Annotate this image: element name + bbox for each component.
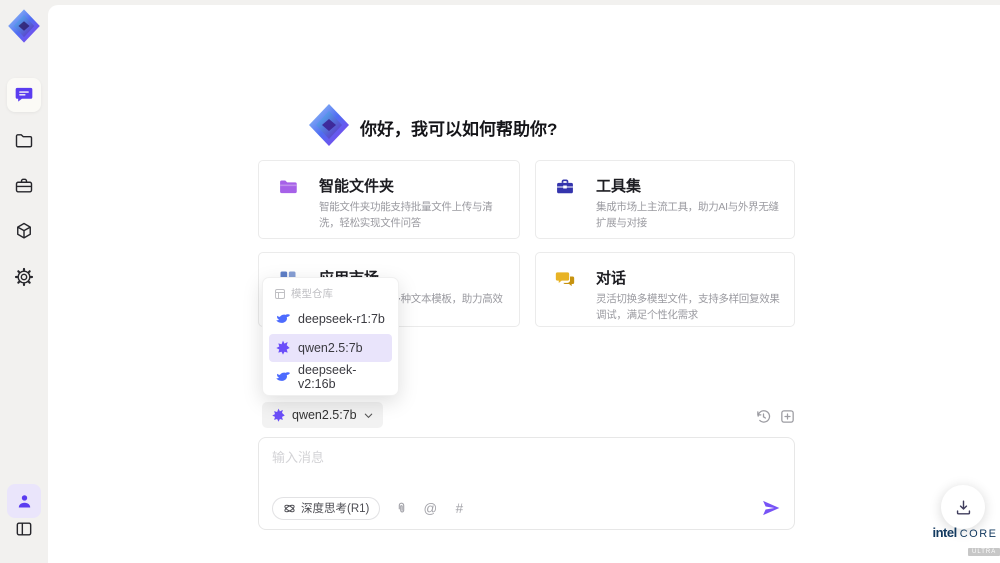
page-title: 你好，我可以如何帮助你? (360, 120, 558, 139)
model-dropdown: 模型仓库 deepseek-r1:7b qwen2.5:7b deepseek-… (262, 277, 399, 396)
qwen-icon (275, 340, 291, 356)
briefcase-icon (14, 176, 34, 196)
download-button[interactable] (941, 485, 985, 529)
deep-think-toggle[interactable]: 深度思考(R1) (272, 496, 381, 520)
core-wordmark: CORE (959, 528, 998, 540)
composer-toolbar: 深度思考(R1) @ # (272, 496, 781, 520)
message-input[interactable] (272, 447, 780, 489)
dialog-icon (555, 269, 575, 289)
new-chat-icon[interactable] (779, 408, 796, 425)
ultra-badge: ULTRA (968, 548, 1000, 556)
card-description: 灵活切换多模型文件，支持多样回复效果调试，满足个性化需求 (596, 293, 780, 321)
toolset-icon (555, 177, 575, 197)
sidebar-item-settings[interactable] (7, 260, 41, 294)
smart-folder-icon (278, 177, 298, 197)
card-description: 集成市场上主流工具，助力AI与外界无缝扩展与对接 (596, 201, 779, 229)
intel-wordmark: intel (932, 525, 957, 540)
model-option-deepseek-v2[interactable]: deepseek-v2:16b (269, 363, 392, 391)
greeting-logo-icon (305, 101, 353, 149)
user-icon (15, 492, 34, 511)
main-panel: 你好，我可以如何帮助你? 智能文件夹 智能文件夹功能支持批量文件上传与清洗，轻松… (48, 5, 1000, 563)
repository-icon (274, 288, 286, 300)
card-description: 智能文件夹功能支持批量文件上传与清洗，轻松实现文件问答 (319, 201, 493, 229)
intel-core-logo: intel CORE ULTRA (930, 525, 1000, 558)
panel-layout-icon (14, 519, 34, 539)
atom-icon (283, 502, 296, 515)
card-dialog[interactable]: 对话 灵活切换多模型文件，支持多样回复效果调试，满足个性化需求 (535, 252, 795, 327)
card-smart-folder[interactable]: 智能文件夹 智能文件夹功能支持批量文件上传与清洗，轻松实现文件问答 (258, 160, 520, 239)
chevron-down-icon (363, 410, 374, 421)
deep-think-label: 深度思考(R1) (301, 503, 370, 515)
model-dropdown-header: 模型仓库 (263, 283, 398, 304)
gear-icon (14, 267, 34, 287)
download-icon (954, 498, 973, 517)
card-title: 工具集 (596, 178, 642, 195)
qwen-icon (271, 408, 286, 423)
knowledge-tag-icon[interactable]: # (451, 500, 467, 516)
deepseek-icon (275, 311, 291, 327)
send-icon[interactable] (761, 498, 781, 518)
sidebar-item-toolbox[interactable] (7, 169, 41, 203)
history-icon[interactable] (755, 408, 772, 425)
sidebar-item-files[interactable] (7, 124, 41, 158)
card-title: 对话 (596, 270, 627, 287)
card-toolset[interactable]: 工具集 集成市场上主流工具，助力AI与外界无缝扩展与对接 (535, 160, 795, 239)
deepseek-icon (275, 369, 291, 385)
folder-icon (14, 131, 34, 151)
app-logo-icon (5, 7, 43, 45)
model-selector-label: qwen2.5:7b (292, 408, 357, 422)
sidebar (0, 0, 48, 563)
cube-icon (14, 221, 34, 241)
sidebar-item-collapse[interactable] (7, 512, 41, 546)
composer: 深度思考(R1) @ # (258, 437, 795, 530)
sidebar-item-models[interactable] (7, 214, 41, 248)
model-option-deepseek-r1[interactable]: deepseek-r1:7b (269, 305, 392, 333)
model-option-qwen[interactable]: qwen2.5:7b (269, 334, 392, 362)
sidebar-item-chat[interactable] (7, 78, 41, 112)
mention-icon[interactable]: @ (422, 500, 438, 516)
model-selector-button[interactable]: qwen2.5:7b (262, 402, 383, 428)
card-title: 智能文件夹 (319, 178, 395, 195)
attachment-icon[interactable] (393, 500, 409, 516)
chat-bubble-icon (14, 85, 34, 105)
